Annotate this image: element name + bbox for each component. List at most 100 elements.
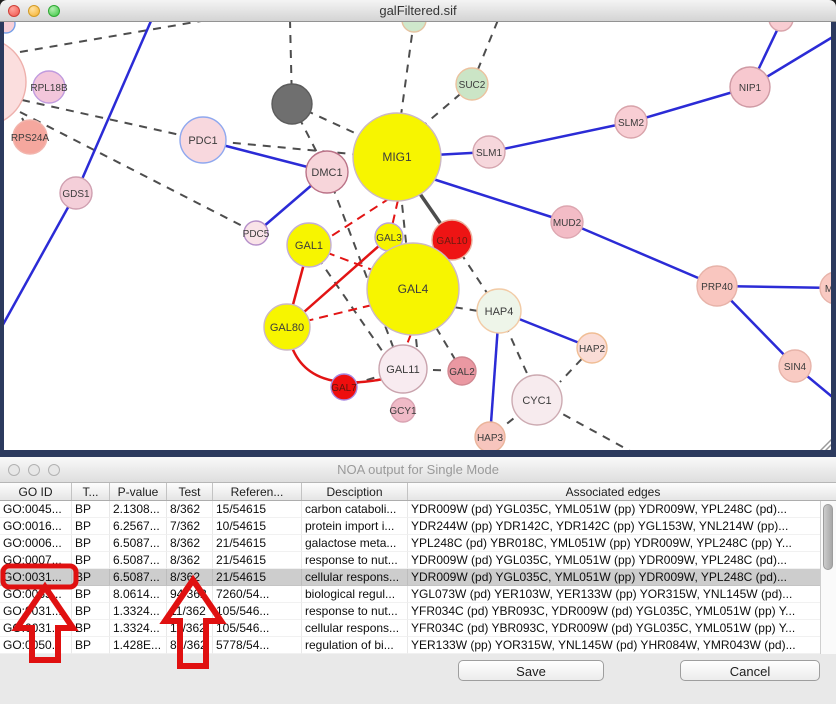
cell-type[interactable]: BP <box>72 552 110 569</box>
cell-edges[interactable]: YDR009W (pd) YGL035C, YML051W (pp) YDR00… <box>408 552 836 569</box>
cell-go-id[interactable]: GO:0065... <box>0 586 72 603</box>
cell-description[interactable]: regulation of bi... <box>302 637 408 654</box>
table-row[interactable]: GO:0050...BP1.428E...80/3625778/54...reg… <box>0 637 836 654</box>
cell-p-value[interactable]: 6.5087... <box>110 535 167 552</box>
network-window-titlebar[interactable]: galFiltered.sif <box>0 0 836 22</box>
node-DMC1[interactable]: DMC1 <box>306 151 348 193</box>
cell-edges[interactable]: YGL073W (pd) YER103W, YER133W (pp) YOR31… <box>408 586 836 603</box>
cell-reference[interactable]: 105/546... <box>213 603 302 620</box>
cell-p-value[interactable]: 8.0614... <box>110 586 167 603</box>
cell-reference[interactable]: 7260/54... <box>213 586 302 603</box>
node-PRP40[interactable]: PRP40 <box>697 266 737 306</box>
cell-p-value[interactable]: 6.5087... <box>110 569 167 586</box>
cell-description[interactable]: response to nut... <box>302 552 408 569</box>
go-results-table[interactable]: GO:0045...BP2.1308...8/36215/54615carbon… <box>0 501 836 654</box>
column-header-desciption[interactable]: Desciption <box>302 483 408 500</box>
node-GAL80[interactable]: GAL80 <box>264 304 310 350</box>
table-row[interactable]: GO:0007...BP6.5087...8/36221/54615respon… <box>0 552 836 569</box>
cell-type[interactable]: BP <box>72 518 110 535</box>
cell-p-value[interactable]: 6.2567... <box>110 518 167 535</box>
column-header-test[interactable]: Test <box>167 483 213 500</box>
column-header-go-id[interactable]: GO ID <box>0 483 72 500</box>
cell-go-id[interactable]: GO:0050... <box>0 637 72 654</box>
node-RPL18B[interactable]: RPL18B <box>30 71 68 103</box>
column-header-type[interactable]: T... <box>72 483 110 500</box>
cell-go-id[interactable]: GO:0031... <box>0 603 72 620</box>
cell-p-value[interactable]: 1.3324... <box>110 603 167 620</box>
node-NIP1[interactable]: NIP1 <box>730 67 770 107</box>
cell-test[interactable]: 8/362 <box>167 535 213 552</box>
node-clipped[interactable] <box>402 22 426 32</box>
cell-reference[interactable]: 15/54615 <box>213 501 302 518</box>
scrollbar-thumb[interactable] <box>823 504 833 570</box>
table-row[interactable]: GO:0065...BP8.0614...94/3627260/54...bio… <box>0 586 836 603</box>
cell-reference[interactable]: 21/54615 <box>213 569 302 586</box>
node-SUC2[interactable]: SUC2 <box>456 68 488 100</box>
node-HAP4[interactable]: HAP4 <box>477 289 521 333</box>
table-row[interactable]: GO:0031...BP1.3324...11/362105/546...res… <box>0 603 836 620</box>
cell-p-value[interactable]: 1.3324... <box>110 620 167 637</box>
cell-reference[interactable]: 105/546... <box>213 620 302 637</box>
table-row[interactable]: GO:0016...BP6.2567...7/36210/54615protei… <box>0 518 836 535</box>
cell-test[interactable]: 8/362 <box>167 569 213 586</box>
node-SIN4[interactable]: SIN4 <box>779 350 811 382</box>
cell-description[interactable]: cellular respons... <box>302 569 408 586</box>
cell-edges[interactable]: YDR244W (pp) YDR142C, YDR142C (pp) YGL15… <box>408 518 836 535</box>
cell-test[interactable]: 80/362 <box>167 637 213 654</box>
cell-reference[interactable]: 10/54615 <box>213 518 302 535</box>
cell-edges[interactable]: YFR034C (pd) YBR093C, YDR009W (pd) YGL03… <box>408 603 836 620</box>
node-clipped[interactable] <box>272 84 312 124</box>
node-HAP2[interactable]: HAP2 <box>577 333 607 363</box>
column-header-p-value[interactable]: P-value <box>110 483 167 500</box>
cell-type[interactable]: BP <box>72 535 110 552</box>
cell-test[interactable]: 11/362 <box>167 620 213 637</box>
cell-test[interactable]: 11/362 <box>167 603 213 620</box>
node-GAL7[interactable]: GAL7 <box>331 374 357 400</box>
node-SLM2[interactable]: SLM2 <box>615 106 647 138</box>
network-canvas[interactable]: RPL18B RPS24A GDS1 PDC1 DMC1 SUC2 MIG1 SLM1 SLM2… <box>0 22 836 457</box>
cell-type[interactable]: BP <box>72 637 110 654</box>
cell-type[interactable]: BP <box>72 586 110 603</box>
cell-test[interactable]: 94/362 <box>167 586 213 603</box>
node-GCY1[interactable]: GCY1 <box>389 398 417 422</box>
node-clipped[interactable] <box>769 22 793 31</box>
cell-go-id[interactable]: GO:0031... <box>0 569 72 586</box>
cell-go-id[interactable]: GO:0006... <box>0 535 72 552</box>
cell-p-value[interactable]: 6.5087... <box>110 552 167 569</box>
cell-test[interactable]: 8/362 <box>167 501 213 518</box>
node-GAL1[interactable]: GAL1 <box>287 223 331 267</box>
node-PDC1[interactable]: PDC1 <box>180 117 226 163</box>
cell-go-id[interactable]: GO:0007... <box>0 552 72 569</box>
node-HAP3[interactable]: HAP3 <box>475 422 505 452</box>
cell-go-id[interactable]: GO:0016... <box>0 518 72 535</box>
column-header-reference[interactable]: Referen... <box>213 483 302 500</box>
cell-p-value[interactable]: 2.1308... <box>110 501 167 518</box>
cell-description[interactable]: galactose meta... <box>302 535 408 552</box>
cell-description[interactable]: biological regul... <box>302 586 408 603</box>
cell-description[interactable]: protein import i... <box>302 518 408 535</box>
node-SLM1[interactable]: SLM1 <box>473 136 505 168</box>
cell-type[interactable]: BP <box>72 603 110 620</box>
cell-type[interactable]: BP <box>72 620 110 637</box>
cancel-button[interactable]: Cancel <box>680 660 820 681</box>
node-GAL4[interactable]: GAL4 <box>367 243 459 335</box>
cell-description[interactable]: cellular respons... <box>302 620 408 637</box>
table-row[interactable]: GO:0006...BP6.5087...8/36221/54615galact… <box>0 535 836 552</box>
cell-reference[interactable]: 21/54615 <box>213 552 302 569</box>
column-header-associated-edges[interactable]: Associated edges <box>408 483 836 500</box>
cell-reference[interactable]: 5778/54... <box>213 637 302 654</box>
save-button[interactable]: Save <box>458 660 604 681</box>
table-row[interactable]: GO:0045...BP2.1308...8/36215/54615carbon… <box>0 501 836 518</box>
cell-edges[interactable]: YFR034C (pd) YBR093C, YDR009W (pd) YGL03… <box>408 620 836 637</box>
node-RPS24A[interactable]: RPS24A <box>11 120 50 154</box>
node-GAL11[interactable]: GAL11 <box>379 345 427 393</box>
node-GDS1[interactable]: GDS1 <box>60 177 92 209</box>
node-CYC1[interactable]: CYC1 <box>512 375 562 425</box>
cell-edges[interactable]: YPL248C (pd) YBR018C, YML051W (pp) YDR00… <box>408 535 836 552</box>
cell-edges[interactable]: YER133W (pp) YOR315W, YNL145W (pd) YHR08… <box>408 637 836 654</box>
vertical-scrollbar[interactable] <box>820 501 836 654</box>
table-row[interactable]: GO:0031...BP1.3324...11/362105/546...cel… <box>0 620 836 637</box>
cell-description[interactable]: response to nut... <box>302 603 408 620</box>
cell-go-id[interactable]: GO:0031... <box>0 620 72 637</box>
node-MIG1[interactable]: MIG1 <box>353 113 441 201</box>
